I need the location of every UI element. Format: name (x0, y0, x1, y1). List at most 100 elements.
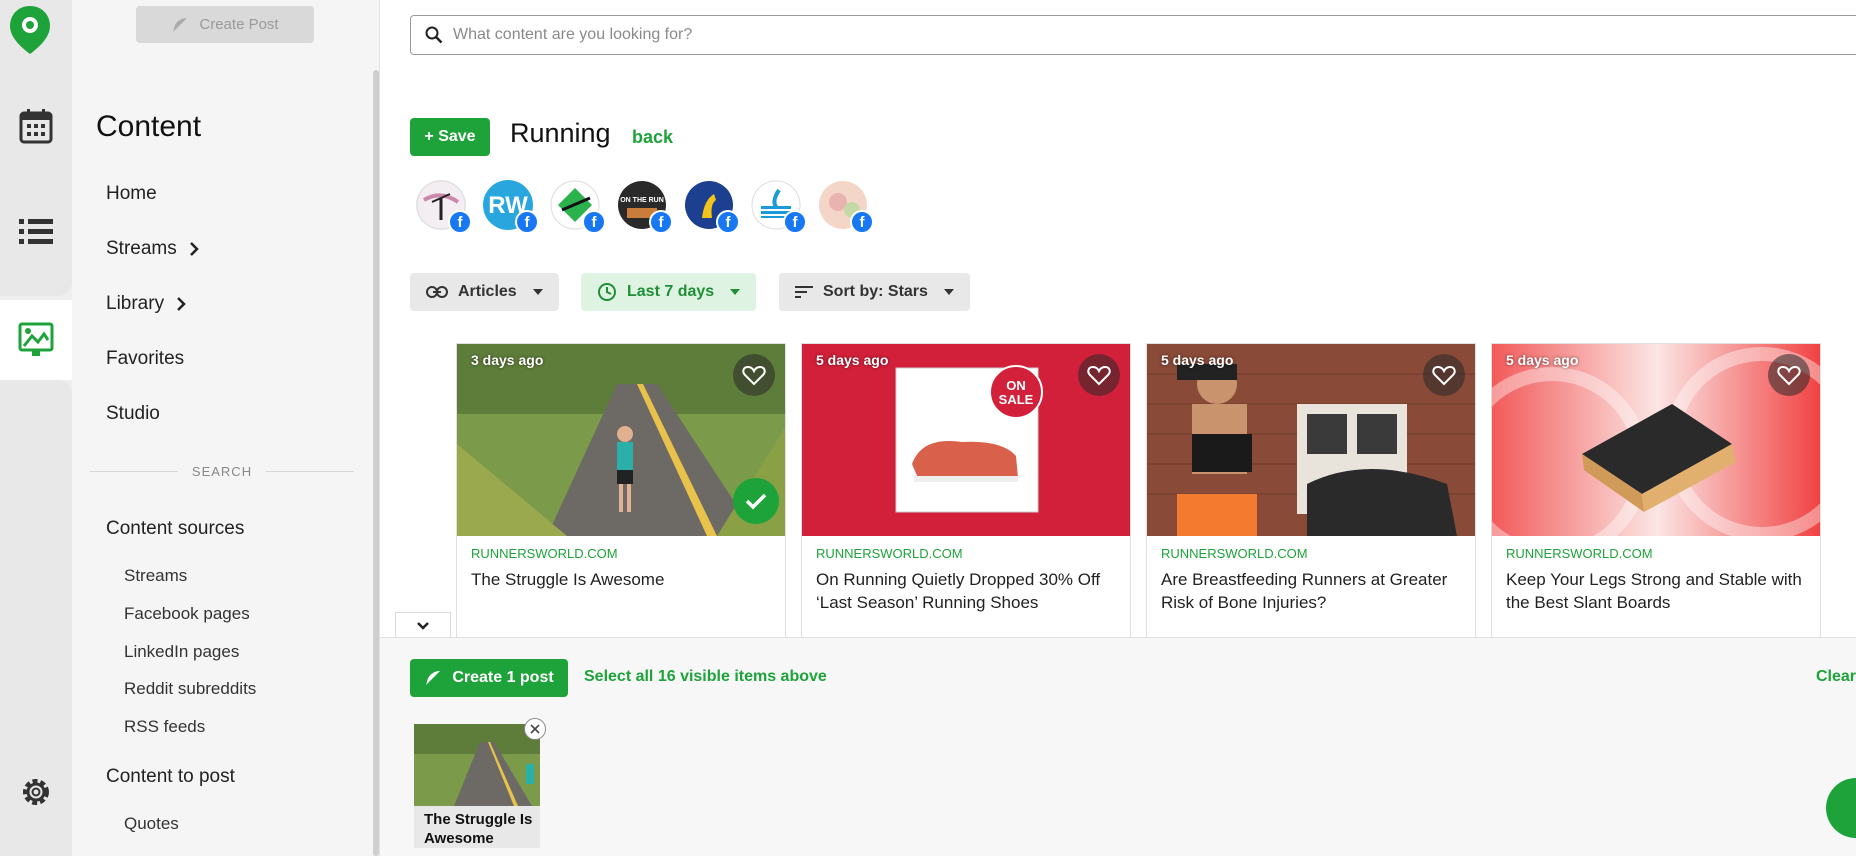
card-age: 5 days ago (816, 352, 889, 368)
favorite-heart-icon[interactable] (733, 354, 775, 396)
favorite-heart-icon[interactable] (1768, 354, 1810, 396)
avatar[interactable]: RW f (483, 180, 539, 234)
facebook-icon: f (783, 210, 807, 234)
remove-selected-close-icon[interactable] (524, 718, 546, 740)
create-post-label: Create 1 post (452, 669, 554, 686)
caret-down-icon (532, 289, 543, 295)
article-thumbnail: 5 days ago (1492, 344, 1820, 536)
avatar[interactable]: f (550, 180, 606, 234)
search-section-separator: SEARCH (90, 464, 354, 479)
icon-rail (0, 0, 72, 856)
avatar[interactable]: f (416, 180, 472, 234)
article-thumbnail: ON SALE 5 days ago (802, 344, 1130, 536)
search-input[interactable] (453, 26, 1753, 44)
app-logo-icon[interactable] (8, 4, 52, 56)
clock-icon (598, 283, 616, 301)
article-card[interactable]: 5 days ago RUNNERSWORLD.COM Are Breastfe… (1146, 343, 1476, 637)
sale-badge-line2: SALE (999, 392, 1034, 407)
sidebar-scrollbar[interactable] (373, 70, 379, 856)
feather-icon (173, 17, 188, 32)
avatar[interactable]: ON THE RUN f (617, 180, 673, 234)
card-title[interactable]: On Running Quietly Dropped 30% Off ‘Last… (816, 568, 1116, 614)
card-source[interactable]: RUNNERSWORLD.COM (1506, 546, 1653, 561)
card-source[interactable]: RUNNERSWORLD.COM (1161, 546, 1308, 561)
card-source[interactable]: RUNNERSWORLD.COM (816, 546, 963, 561)
card-title[interactable]: Are Breastfeeding Runners at Greater Ris… (1161, 568, 1461, 614)
article-thumbnail: 5 days ago (1147, 344, 1475, 536)
sale-badge-line1: ON (1006, 378, 1026, 393)
create-post-button-disabled: Create Post (136, 6, 314, 43)
clear-link[interactable]: Clear (1816, 668, 1856, 686)
selected-check-icon[interactable] (733, 478, 779, 524)
create-post-button[interactable]: Create 1 post (410, 659, 568, 697)
back-link[interactable]: back (632, 127, 673, 148)
nav-item-home[interactable]: Home (106, 183, 157, 205)
search-bar[interactable] (410, 15, 1856, 55)
collapse-tray-button[interactable] (395, 612, 451, 638)
link-icon (426, 286, 448, 298)
facebook-icon: f (515, 210, 539, 234)
source-facebook-pages[interactable]: Facebook pages (124, 604, 250, 624)
stream-source-avatars: f RW f f ON THE RUN f f f f (416, 180, 874, 234)
content-type-filter[interactable]: Articles (410, 273, 559, 311)
nav-item-studio[interactable]: Studio (106, 403, 160, 425)
article-card[interactable]: 3 days ago RUNNERSWORLD.COM The Struggle… (456, 343, 786, 637)
search-icon (425, 26, 443, 44)
create-post-label: Create Post (199, 16, 279, 33)
selection-tray: Create 1 post Select all 16 visible item… (380, 637, 1856, 856)
article-cards: 3 days ago RUNNERSWORLD.COM The Struggle… (456, 343, 1856, 637)
article-card[interactable]: 5 days ago RUNNERSWORLD.COM Keep Your Le… (1491, 343, 1821, 637)
nav-item-streams[interactable]: Streams (106, 238, 199, 260)
article-card[interactable]: ON SALE 5 days ago RUNNERSWORLD.COM On R… (801, 343, 1131, 637)
facebook-icon: f (850, 210, 874, 234)
card-title[interactable]: The Struggle Is Awesome (471, 568, 771, 591)
calendar-icon[interactable] (0, 94, 72, 158)
source-reddit-subreddits[interactable]: Reddit subreddits (124, 679, 256, 699)
content-to-post-heading: Content to post (106, 766, 235, 787)
sidebar-heading: Content (96, 110, 202, 143)
selected-item-card[interactable]: The Struggle Is Awesome (414, 718, 546, 848)
card-age: 3 days ago (471, 352, 544, 368)
facebook-icon: f (649, 210, 673, 234)
caret-down-icon (730, 289, 741, 295)
content-to-post-quotes[interactable]: Quotes (124, 814, 179, 834)
facebook-icon: f (582, 210, 606, 234)
avatar[interactable]: f (684, 180, 740, 234)
time-period-label: Last 7 days (627, 283, 715, 300)
sort-filter[interactable]: Sort by: Stars (779, 273, 970, 311)
feather-icon (426, 671, 441, 685)
source-streams[interactable]: Streams (124, 566, 187, 586)
card-source[interactable]: RUNNERSWORLD.COM (471, 546, 618, 561)
nav-item-favorites[interactable]: Favorites (106, 348, 184, 370)
chevron-right-icon (189, 242, 199, 256)
selected-item-thumbnail (414, 724, 540, 806)
list-icon[interactable] (0, 200, 72, 264)
content-sidebar: Create Post Content Home Streams Library… (72, 0, 380, 856)
card-title[interactable]: Keep Your Legs Strong and Stable with th… (1506, 568, 1806, 614)
chevron-down-icon (417, 621, 429, 630)
caret-down-icon (943, 289, 954, 295)
content-type-label: Articles (458, 283, 517, 300)
source-rss-feeds[interactable]: RSS feeds (124, 717, 205, 737)
source-linkedin-pages[interactable]: LinkedIn pages (124, 642, 239, 662)
article-thumbnail: 3 days ago (457, 344, 785, 536)
main-area: + Save Running back f RW f f ON THE RUN … (380, 0, 1856, 856)
avatar[interactable]: f (818, 180, 874, 234)
nav-item-library[interactable]: Library (106, 293, 186, 315)
gear-icon[interactable] (0, 760, 72, 824)
selected-item-title: The Struggle Is Awesome (424, 811, 533, 847)
favorite-heart-icon[interactable] (1078, 354, 1120, 396)
stream-title: Running (510, 118, 611, 148)
content-sources-heading: Content sources (106, 518, 245, 539)
content-image-icon[interactable] (0, 300, 72, 380)
avatar[interactable]: f (751, 180, 807, 234)
select-all-link[interactable]: Select all 16 visible items above (584, 668, 827, 686)
sort-icon (795, 286, 813, 298)
facebook-icon: f (448, 210, 472, 234)
chevron-right-icon (177, 297, 186, 311)
save-stream-button[interactable]: + Save (410, 118, 490, 156)
chat-bubble-icon[interactable] (1826, 778, 1856, 838)
favorite-heart-icon[interactable] (1423, 354, 1465, 396)
time-period-filter[interactable]: Last 7 days (581, 273, 757, 311)
facebook-icon: f (716, 210, 740, 234)
